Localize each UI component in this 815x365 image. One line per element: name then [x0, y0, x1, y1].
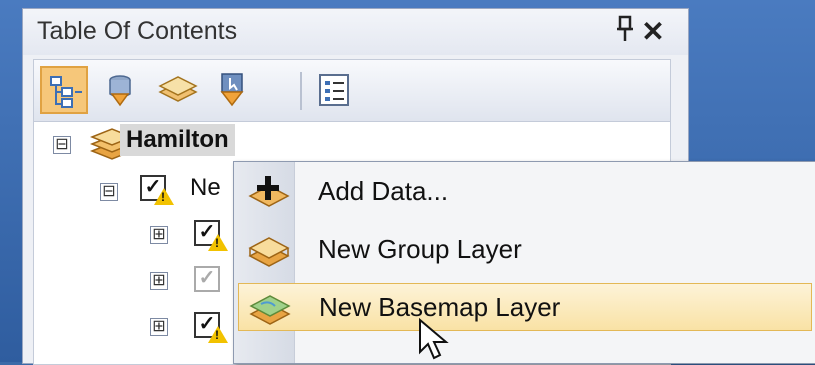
collapse-map-icon[interactable]: ⊟ [53, 136, 71, 154]
options-icon [319, 74, 349, 106]
menu-item-new-basemap-layer[interactable]: New Basemap Layer [238, 283, 812, 331]
options-button[interactable] [310, 66, 358, 114]
collapse-group-icon[interactable]: ⊟ [100, 183, 118, 201]
basemap-layer-icon [249, 295, 291, 325]
mouse-cursor-icon [419, 318, 449, 360]
map-name-label[interactable]: Hamilton [120, 124, 235, 156]
menu-item-new-group-layer[interactable]: New Group Layer [238, 226, 812, 274]
expand-layer-icon[interactable]: ⊞ [150, 318, 168, 336]
close-icon[interactable]: ✕ [637, 15, 669, 48]
drawing-order-icon [50, 76, 82, 108]
list-by-visibility-button[interactable] [152, 66, 200, 114]
warning-icon: ! [208, 234, 228, 251]
toolbar-separator [300, 72, 302, 110]
warning-icon: ! [154, 188, 174, 205]
toc-toolbar [33, 59, 671, 123]
list-by-selection-button[interactable] [208, 66, 256, 114]
pin-icon[interactable] [611, 15, 639, 50]
menu-item-add-data[interactable]: Add Data... [238, 168, 812, 216]
panel-title: Table Of Contents [37, 17, 238, 45]
layer-checkbox[interactable]: ✓ [194, 266, 220, 292]
panel-title-bar[interactable]: Table Of Contents ✕ [23, 9, 688, 55]
list-by-source-button[interactable] [96, 66, 144, 114]
context-menu: Add Data... New Group Layer New Basemap … [233, 161, 815, 364]
list-by-drawing-order-button[interactable] [40, 66, 88, 114]
expand-layer-icon[interactable]: ⊞ [150, 226, 168, 244]
expand-layer-icon[interactable]: ⊞ [150, 272, 168, 290]
group-layer-icon [248, 237, 290, 267]
menu-item-label: Add Data... [318, 176, 449, 206]
add-data-icon [248, 176, 290, 207]
menu-item-label: New Group Layer [318, 234, 522, 264]
warning-icon: ! [208, 326, 228, 343]
source-icon [109, 75, 131, 107]
visibility-icon [158, 76, 198, 102]
selection-icon [220, 73, 244, 107]
group-layer-label[interactable]: Ne [190, 174, 221, 202]
